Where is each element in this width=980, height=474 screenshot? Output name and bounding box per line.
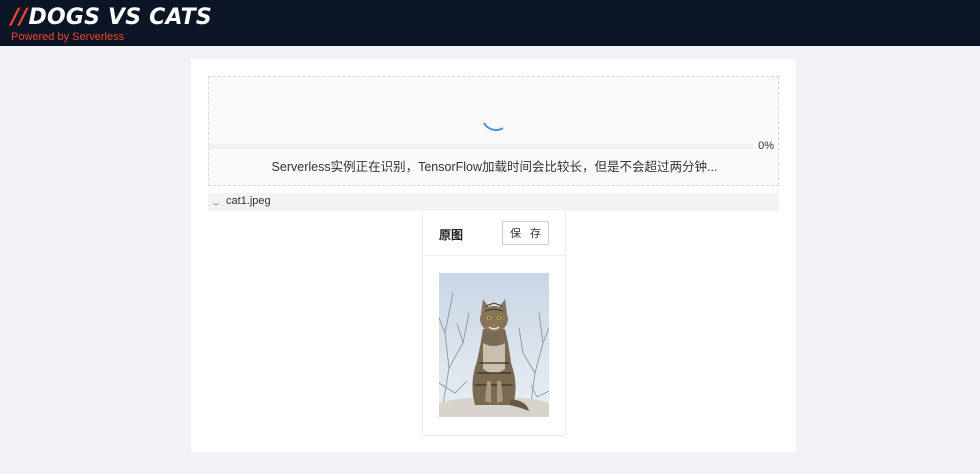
main-card: 0% Serverless实例正在识别，TensorFlow加载时间会比较长，但… <box>191 59 796 452</box>
preview-panel: 原图 保 存 <box>422 209 566 436</box>
top-bar: //DOGS VS CATS Powered by Serverless <box>0 0 980 46</box>
loading-spinner-icon <box>477 97 515 135</box>
file-loading-icon <box>212 197 220 205</box>
logo-slash: // <box>11 5 28 30</box>
preview-title: 原图 <box>439 228 464 242</box>
tagline: Powered by Serverless <box>11 31 125 43</box>
status-message: Serverless实例正在识别，TensorFlow加载时间会比较长，但是不会… <box>271 160 718 174</box>
logo-text: DOGS VS CATS <box>28 5 212 30</box>
cat-photo-image <box>439 273 549 417</box>
file-name: cat1.jpeg <box>226 195 271 207</box>
save-button[interactable]: 保 存 <box>502 221 549 245</box>
upload-dropzone[interactable]: 0% Serverless实例正在识别，TensorFlow加载时间会比较长，但… <box>208 76 779 186</box>
progress-percent: 0% <box>758 140 774 152</box>
progress-bar <box>209 144 753 149</box>
app-logo[interactable]: //DOGS VS CATS <box>11 5 212 30</box>
preview-header: 原图 保 存 <box>423 210 565 256</box>
